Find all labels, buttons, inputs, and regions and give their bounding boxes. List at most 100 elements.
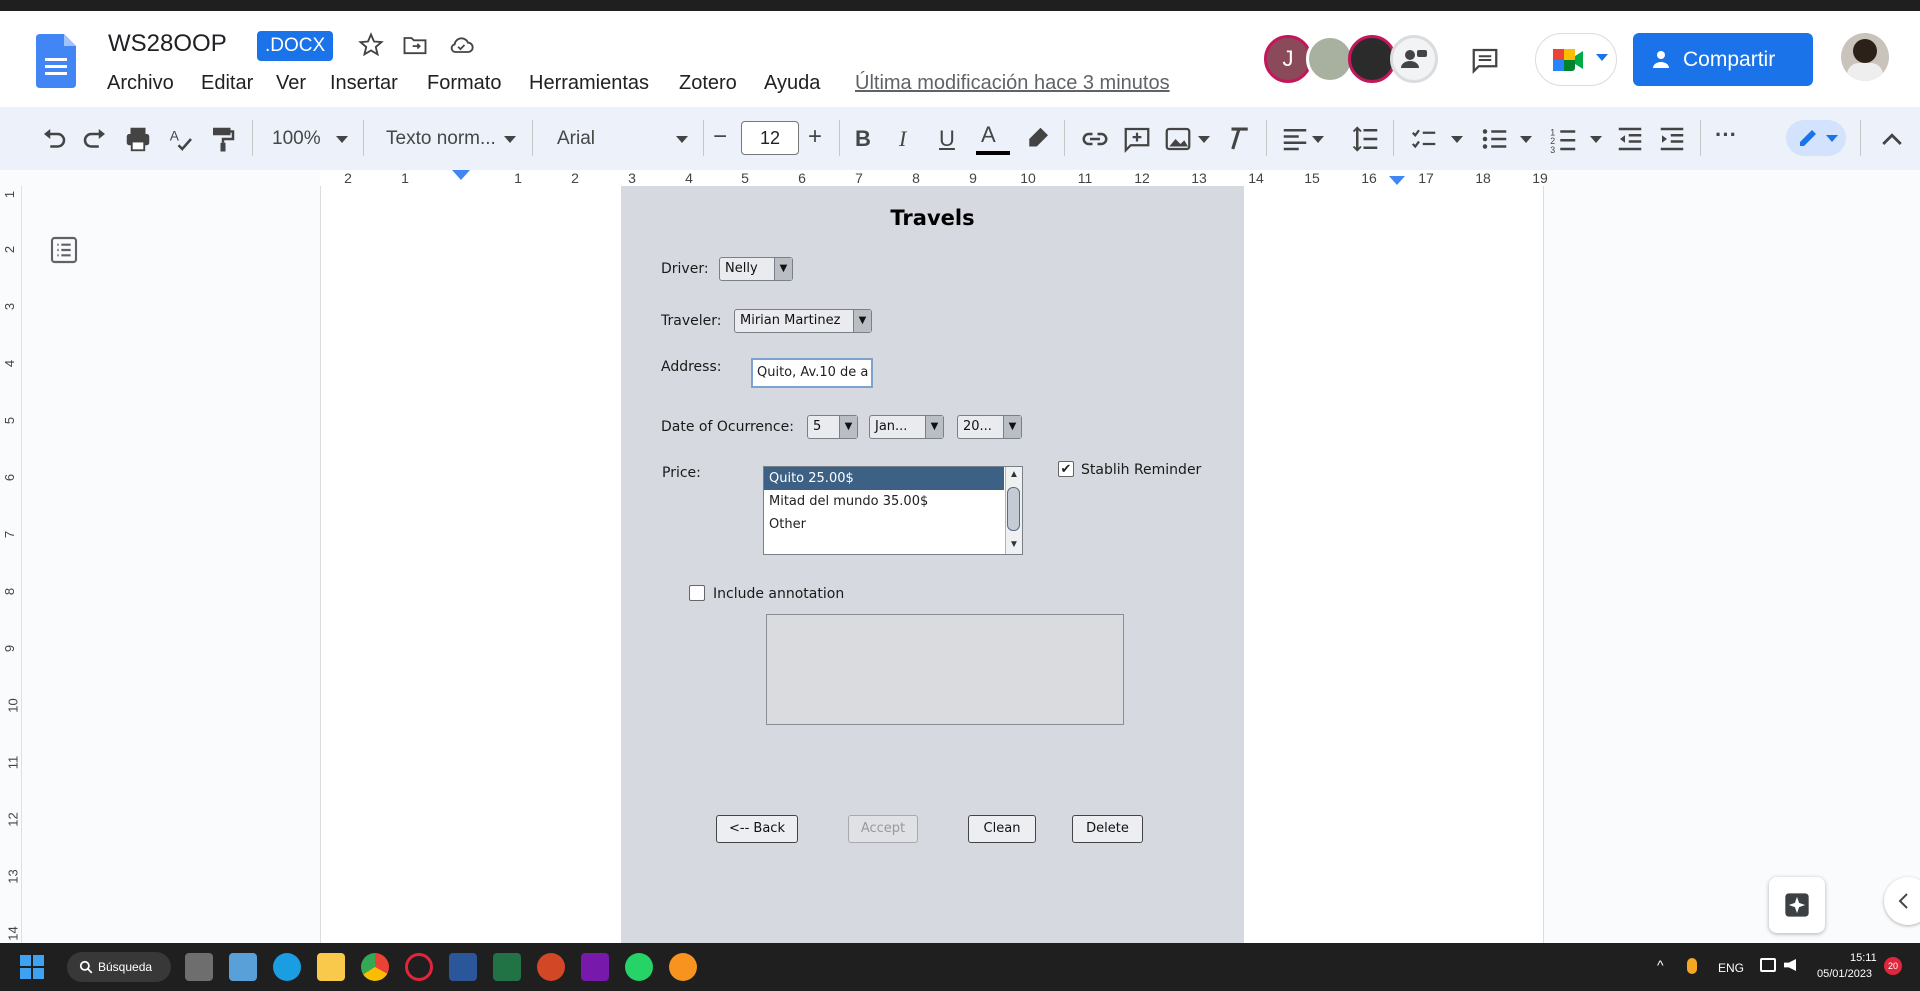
zoom-select[interactable]: 100%: [272, 128, 321, 150]
reminder-checkbox[interactable]: ✔: [1058, 461, 1074, 477]
avatar[interactable]: [1348, 35, 1396, 83]
document-title[interactable]: WS28OOP: [108, 30, 227, 58]
windows-start-icon[interactable]: [20, 955, 44, 979]
avatar-j[interactable]: J: [1264, 35, 1312, 83]
insert-image-icon[interactable]: [1163, 124, 1193, 154]
show-hidden-icons[interactable]: ^: [1657, 957, 1664, 973]
increase-indent-icon[interactable]: [1657, 124, 1687, 154]
more-options-icon[interactable]: ···: [1715, 122, 1737, 148]
style-select[interactable]: Texto norm...: [386, 128, 496, 150]
decrease-font-size-button[interactable]: −: [713, 123, 727, 151]
share-button[interactable]: Compartir: [1633, 33, 1813, 86]
add-comment-icon[interactable]: [1122, 124, 1152, 154]
dropdown-arrow-icon[interactable]: ▼: [839, 416, 857, 438]
scroll-down-icon[interactable]: ▼: [1009, 539, 1019, 550]
menu-formato[interactable]: Formato: [427, 72, 501, 95]
whatsapp-icon[interactable]: [625, 953, 653, 981]
chevron-down-icon[interactable]: [676, 136, 688, 143]
price-listbox[interactable]: Quito 25.00$ Mitad del mundo 35.00$ Othe…: [763, 466, 1023, 555]
chrome-icon[interactable]: [361, 953, 389, 981]
menu-zotero[interactable]: Zotero: [679, 72, 737, 95]
listbox-scrollbar[interactable]: ▲ ▼: [1005, 467, 1022, 554]
dropdown-arrow-icon[interactable]: ▼: [925, 416, 943, 438]
menu-archivo[interactable]: Archivo: [107, 72, 174, 95]
print-icon[interactable]: [123, 124, 153, 154]
task-view-icon[interactable]: [185, 953, 213, 981]
notification-badge[interactable]: 20: [1884, 957, 1902, 975]
docs-logo-icon[interactable]: [36, 34, 76, 88]
menu-insertar[interactable]: Insertar: [330, 72, 398, 95]
language-indicator[interactable]: ENG: [1718, 961, 1744, 975]
decrease-indent-icon[interactable]: [1615, 124, 1645, 154]
list-item[interactable]: Mitad del mundo 35.00$: [764, 490, 1004, 513]
font-size-input[interactable]: 12: [741, 121, 799, 155]
move-folder-icon[interactable]: [401, 31, 429, 59]
clean-button[interactable]: Clean: [968, 815, 1036, 843]
opera-icon[interactable]: [405, 953, 433, 981]
document-outline-icon[interactable]: [48, 234, 80, 266]
dropdown-arrow-icon[interactable]: ▼: [853, 310, 871, 332]
last-modified-link[interactable]: Última modificación hace 3 minutos: [855, 72, 1170, 95]
word-icon[interactable]: [449, 953, 477, 981]
annotation-textarea[interactable]: [766, 614, 1124, 725]
app-icon[interactable]: [669, 953, 697, 981]
redo-icon[interactable]: [80, 124, 110, 154]
cloud-saved-icon[interactable]: [447, 31, 475, 59]
menu-editar[interactable]: Editar: [201, 72, 253, 95]
link-icon[interactable]: [1080, 124, 1110, 154]
bulleted-list-icon[interactable]: [1480, 124, 1510, 154]
clear-formatting-icon[interactable]: [1224, 124, 1254, 154]
month-combo[interactable]: Jan... ▼: [869, 415, 944, 439]
edge-icon[interactable]: [273, 953, 301, 981]
star-icon[interactable]: [357, 31, 385, 59]
chevron-down-icon[interactable]: [1520, 136, 1532, 143]
annotation-checkbox[interactable]: [689, 585, 705, 601]
onenote-icon[interactable]: [581, 953, 609, 981]
meet-button[interactable]: [1535, 33, 1617, 86]
chevron-down-icon[interactable]: [1198, 136, 1210, 143]
collaborators-icon[interactable]: [1390, 35, 1438, 83]
chevron-down-icon[interactable]: [1312, 136, 1324, 143]
align-icon[interactable]: [1280, 124, 1310, 154]
right-indent-marker[interactable]: [1389, 176, 1405, 185]
chevron-down-icon[interactable]: [504, 136, 516, 143]
traveler-combo[interactable]: Mirian Martinez ▼: [734, 309, 872, 333]
bold-button[interactable]: B: [855, 126, 871, 152]
spellcheck-icon[interactable]: A: [166, 124, 196, 154]
accept-button[interactable]: Accept: [848, 815, 918, 843]
undo-icon[interactable]: [39, 124, 69, 154]
list-item[interactable]: Quito 25.00$: [764, 467, 1004, 490]
chevron-down-icon[interactable]: [336, 136, 348, 143]
account-avatar[interactable]: [1841, 33, 1889, 81]
clock-time[interactable]: 15:11: [1850, 952, 1877, 964]
dropdown-arrow-icon[interactable]: ▼: [774, 258, 792, 280]
side-panel-toggle[interactable]: [1884, 877, 1920, 925]
checklist-icon[interactable]: [1409, 124, 1439, 154]
day-combo[interactable]: 5 ▼: [807, 415, 858, 439]
back-button[interactable]: <-- Back: [716, 815, 798, 843]
increase-font-size-button[interactable]: +: [808, 123, 822, 151]
clock-date[interactable]: 05/01/2023: [1817, 968, 1872, 980]
text-color-button[interactable]: A: [981, 122, 996, 148]
chevron-down-icon[interactable]: [1451, 136, 1463, 143]
driver-combo[interactable]: Nelly ▼: [719, 257, 793, 281]
highlight-icon[interactable]: [1023, 124, 1053, 154]
dropdown-arrow-icon[interactable]: ▼: [1003, 416, 1021, 438]
address-input[interactable]: Quito, Av.10 de a: [751, 358, 873, 388]
editing-mode-button[interactable]: [1786, 120, 1846, 156]
italic-button[interactable]: I: [899, 126, 906, 152]
left-indent-marker[interactable]: [452, 170, 470, 180]
powerpoint-icon[interactable]: [537, 953, 565, 981]
scroll-thumb[interactable]: [1007, 487, 1020, 531]
chevron-down-icon[interactable]: [1590, 136, 1602, 143]
underline-button[interactable]: U: [939, 126, 955, 152]
paint-format-icon[interactable]: [208, 124, 238, 154]
comments-icon[interactable]: [1470, 45, 1498, 74]
font-select[interactable]: Arial: [557, 128, 595, 150]
microphone-icon[interactable]: [1687, 958, 1697, 974]
explore-button[interactable]: [1769, 877, 1825, 933]
year-combo[interactable]: 20... ▼: [957, 415, 1022, 439]
delete-button[interactable]: Delete: [1072, 815, 1143, 843]
collapse-menus-icon[interactable]: [1877, 124, 1907, 154]
avatar[interactable]: [1306, 35, 1354, 83]
